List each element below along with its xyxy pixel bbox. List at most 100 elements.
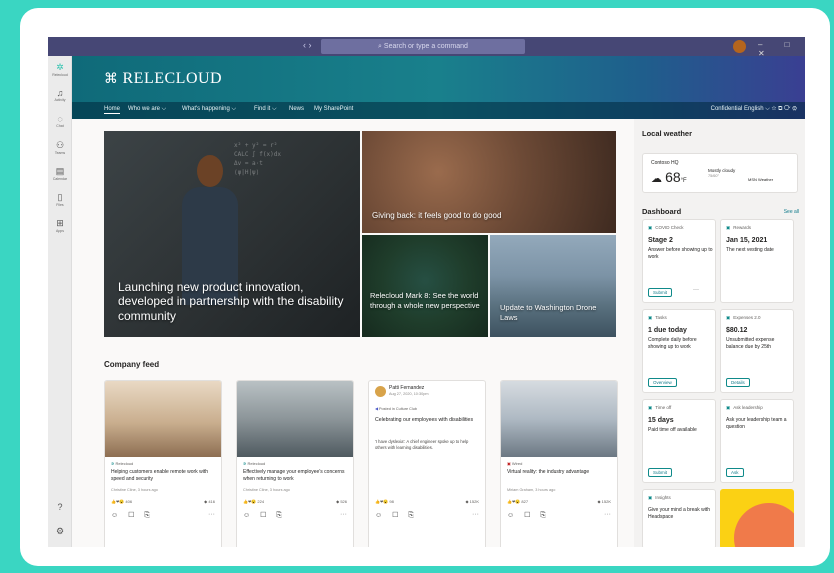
- hero-city-tile[interactable]: Update to Washington Drone Laws: [490, 235, 616, 337]
- rail-label: Relecloud: [52, 73, 68, 77]
- card-button[interactable]: Overview: [648, 378, 677, 387]
- dashboard-card[interactable]: ▣ Tasks 1 due today Complete daily before s…: [642, 309, 716, 393]
- rail-item[interactable]: ⚇ Teams: [48, 140, 72, 155]
- dashboard-card[interactable]: ▣ Rewards Jan 15, 2021 The next vesting dat…: [720, 219, 794, 303]
- teams-icon: ⚇: [55, 140, 65, 150]
- help-icon[interactable]: ?: [48, 502, 72, 512]
- feed-card-title: Effectively manage your employee's conce…: [243, 469, 345, 482]
- nav-utilities[interactable]: Confidential English ⌵ ☆ ⧉ ⟳ ⚙: [711, 106, 797, 113]
- post-author[interactable]: Patti Fernandez: [389, 385, 424, 391]
- nav-item[interactable]: News: [289, 106, 304, 112]
- hero-forest-caption: Relecloud Mark 8: See the world through …: [370, 291, 480, 310]
- nav-item[interactable]: What's happening ⌵: [182, 106, 236, 113]
- card-header: ▣ Rewards: [726, 225, 752, 230]
- reactions[interactable]: 👍❤😮 98: [375, 499, 394, 504]
- feed-card[interactable]: ✲ Relecloud Effectively manage your empl…: [236, 380, 354, 547]
- feed-card[interactable]: Patti Fernandez Aug 27, 2020, 10:30pm ◀ …: [368, 380, 486, 547]
- card-actions[interactable]: ☺ ☐ ⎘: [111, 511, 154, 520]
- card-actions[interactable]: ☺ ☐ ⎘: [507, 511, 550, 520]
- nav-item[interactable]: My SharePoint: [314, 106, 353, 112]
- nav-item[interactable]: Who we are ⌵: [128, 106, 166, 113]
- see-all-link[interactable]: See all: [784, 209, 799, 215]
- post-date: Aug 27, 2020, 10:30pm: [389, 392, 429, 396]
- reactions[interactable]: 👍❤😮 224: [243, 499, 264, 504]
- nav-arrows[interactable]: ‹ ›: [303, 40, 312, 50]
- card-value: Jan 15, 2021: [726, 237, 768, 244]
- rail-item[interactable]: ▤ Calendar: [48, 166, 72, 181]
- card-text: Paid time off available: [648, 427, 697, 433]
- rail-item[interactable]: ✲ Relecloud: [48, 62, 72, 77]
- card-header: ▣ COVID Check: [648, 225, 684, 230]
- site-logo[interactable]: ⌘ RELECLOUD: [104, 70, 222, 88]
- card-button[interactable]: Submit: [648, 468, 673, 477]
- hero-forest-tile[interactable]: Relecloud Mark 8: See the world through …: [362, 235, 488, 337]
- card-button[interactable]: Ask: [726, 468, 744, 477]
- card-app-icon: ▣: [726, 405, 731, 410]
- feed-card-byline: Christine Cline, 3 hours ago: [111, 488, 158, 492]
- dashboard-card[interactable]: ▣ Insights Give your mind a break with Hea…: [642, 489, 716, 547]
- view-count: ◆ 526: [336, 499, 347, 504]
- search-box[interactable]: ⌕ Search or type a command: [321, 39, 525, 54]
- feed-title: Company feed: [104, 360, 160, 369]
- more-icon[interactable]: ···: [604, 511, 611, 518]
- rail-item[interactable]: ♫ Activity: [48, 88, 72, 102]
- more-icon[interactable]: ···: [472, 511, 479, 518]
- avatar[interactable]: [733, 40, 746, 53]
- feed-card[interactable]: ✲ Relecloud Helping customers enable rem…: [104, 380, 222, 547]
- rail-label: Chat: [56, 124, 64, 128]
- hero-main-tile[interactable]: x² + y² = r² CALC ∫ f(x)dx Δv = a·t ⟨ψ|H…: [104, 131, 360, 337]
- dashboard-title: Dashboard: [642, 207, 682, 216]
- site-name: RELECLOUD: [122, 70, 223, 87]
- more-icon[interactable]: ···: [693, 287, 699, 293]
- card-header: ▣ Ask leadership: [726, 405, 763, 410]
- card-text: Ask your leadership team a question: [726, 417, 787, 430]
- weather-temp: ☁ 68°F: [651, 169, 687, 185]
- dashboard-card[interactable]: ▣ COVID Check Stage 2 Answer before showing…: [642, 219, 716, 303]
- reactions[interactable]: 👍❤😮 406: [111, 499, 132, 504]
- settings-icon[interactable]: ⚙: [48, 526, 72, 537]
- hero-section: x² + y² = r² CALC ∫ f(x)dx Δv = a·t ⟨ψ|H…: [104, 131, 616, 337]
- nav-item[interactable]: Find it ⌵: [254, 106, 277, 113]
- author-avatar: [375, 386, 386, 397]
- apps-icon: ⊞: [56, 218, 64, 228]
- dashboard-card[interactable]: ▣ Expenses 2.0 $80.12 Unsubmitted expense b…: [720, 309, 794, 393]
- title-bar: ‹ › ⌕ Search or type a command – □ ✕: [48, 37, 805, 58]
- post-community[interactable]: ◀ Posted in Culture Club: [375, 406, 417, 411]
- hero-kids-tile[interactable]: Giving back: it feels good to do good: [362, 131, 616, 233]
- feed-card[interactable]: ▣ Wired Virtual reality: the industry ad…: [500, 380, 618, 547]
- rail-item[interactable]: ⊞ Apps: [48, 218, 72, 233]
- card-actions[interactable]: ☺ ☐ ⎘: [243, 511, 286, 520]
- weather-condition: Mostly cloudy: [708, 168, 736, 173]
- card-button[interactable]: Submit: [648, 288, 673, 297]
- feed-source: ▣ Wired: [507, 461, 523, 466]
- rail-item[interactable]: ▯ Files: [48, 192, 72, 207]
- post-body: 'I have dyslexia': A chief engineer spok…: [375, 439, 469, 450]
- feed-image: [501, 381, 617, 457]
- rail-item[interactable]: ◌ Chat: [48, 114, 72, 128]
- hero-kids-caption: Giving back: it feels good to do good: [372, 211, 502, 220]
- card-text: Give your mind a break with Headspace: [648, 507, 710, 520]
- nav-item[interactable]: Home: [104, 106, 121, 114]
- card-app-icon: ▣: [648, 315, 653, 320]
- file-icon: ▯: [57, 192, 63, 202]
- feed-source: ✲ Relecloud: [243, 461, 266, 466]
- hero-main-caption: Launching new product innovation, develo…: [118, 279, 344, 323]
- card-actions[interactable]: ☺ ☐ ⎘: [375, 511, 418, 520]
- feed-source: ✲ Relecloud: [111, 461, 134, 466]
- reactions[interactable]: 👍❤😮 827: [507, 499, 528, 504]
- feed-image: [237, 381, 353, 457]
- site-nav: Confidential English ⌵ ☆ ⧉ ⟳ ⚙ Home Who w…: [72, 102, 805, 119]
- rail-label: Apps: [56, 229, 64, 233]
- card-app-icon: ▣: [726, 225, 731, 230]
- more-icon[interactable]: ···: [208, 511, 215, 518]
- card-text: Complete daily before showing up to work: [648, 337, 697, 350]
- calendar-icon: ▤: [55, 166, 65, 176]
- card-header: ▣ Expenses 2.0: [726, 315, 761, 320]
- teams-window: ‹ › ⌕ Search or type a command – □ ✕ ✲ Re…: [48, 37, 805, 547]
- card-button[interactable]: Details: [726, 378, 750, 387]
- more-icon[interactable]: ···: [340, 511, 347, 518]
- relecloud-logo-icon: ⌘: [104, 71, 119, 87]
- weather-card[interactable]: Contoso HQ ☁ 68°F Mostly cloudy 75/60° M…: [642, 153, 798, 193]
- dashboard-card[interactable]: ▣ Time off 15 days Paid time off available S…: [642, 399, 716, 483]
- dashboard-card[interactable]: ▣ Ask leadership Ask your leadership team …: [720, 399, 794, 483]
